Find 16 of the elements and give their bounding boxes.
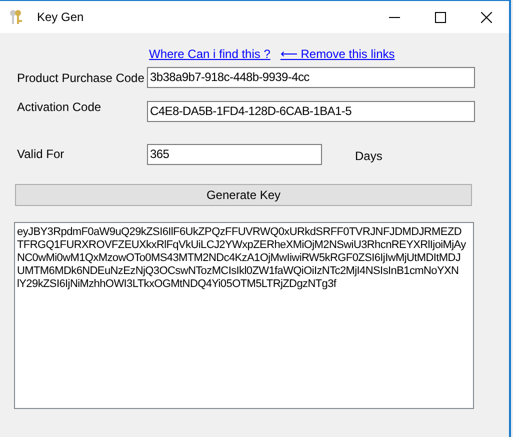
remove-links-link[interactable]: ⟵ Remove this links xyxy=(280,45,395,63)
unit-label: Days xyxy=(355,148,382,165)
generate-key-button[interactable]: Generate Key xyxy=(15,184,472,206)
input-field[interactable]: 365 xyxy=(147,144,322,164)
field-label: Product Purchase Code xyxy=(17,70,146,86)
field-label: Activation Code xyxy=(17,99,102,116)
window-title: Key Gen xyxy=(37,9,84,26)
close-icon xyxy=(480,12,492,22)
help-link[interactable]: Where Can i find this ? xyxy=(149,45,270,63)
minimize-icon xyxy=(388,16,400,18)
keys-icon xyxy=(8,9,24,25)
field-label: Valid For xyxy=(17,146,66,163)
output-text-area[interactable]: eyJBY3RpdmF0aW9uQ29kZSI6IlF6UkZPQzFFUVRWQ0xURkdSRFF0TVRJNFJDMDJRMEZD TFRGQ1FURXROVFZEUXkxRlFqVkUiLCJ2YWxpZERheXMiOjM2NSwiU3RhcnREYXRlIjoiMjAy NC0wMi0wM1QxMzowOTo0MS43MTM2NDc4KzA1OjMwIiwiRW5kRGF0ZSI6IjIwMjUtMDItMDJ UMTM6MDk6NDEuNzEzNjQ3OCswNTozMCIsIkl0ZW1faWQiOiIzNTc2MjI4NSIsInB1cmNoYXN lY29kZSI6IjNiMzhhOWI3LTkxOGMtNDQ4Yi05OTM5LTRjZDgzNTg3f xyxy=(14,222,474,409)
input-field[interactable]: 3b38a9b7-918c-448b-9939-4cc xyxy=(147,67,475,88)
maximize-icon xyxy=(434,12,446,22)
input-field[interactable]: C4E8-DA5B-1FD4-128D-6CAB-1BA1-5 xyxy=(147,101,475,122)
